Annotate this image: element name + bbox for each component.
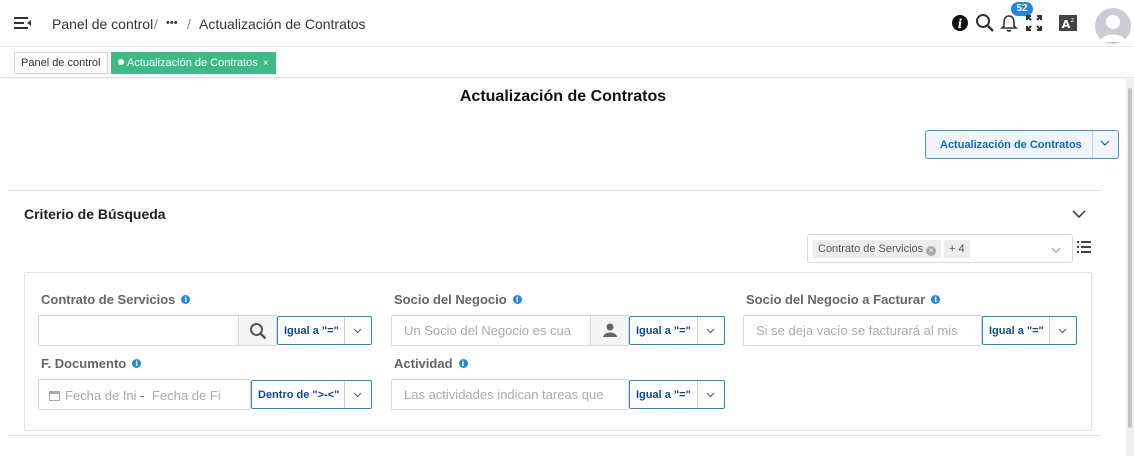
- operator-select-socio[interactable]: Igual a "=": [629, 316, 725, 345]
- socio-field[interactable]: [391, 315, 629, 346]
- field-label-socio: Socio del Negocio i: [394, 292, 522, 307]
- menu-icon[interactable]: [14, 15, 32, 31]
- actividad-input[interactable]: [392, 380, 628, 409]
- breadcrumb-separator: /: [187, 16, 191, 32]
- search-criteria-title: Criterio de Búsqueda: [24, 206, 166, 222]
- filter-chip: Contrato de Servicios ×: [813, 240, 942, 258]
- breadcrumb-current: Actualización de Contratos: [199, 16, 366, 32]
- chip-close-icon[interactable]: ×: [926, 246, 937, 256]
- date-separator: -: [140, 388, 145, 403]
- avatar[interactable]: [1095, 8, 1131, 44]
- operator-select-contrato[interactable]: Igual a "=": [277, 316, 372, 345]
- tab-label: Panel de control: [21, 57, 101, 69]
- search-icon: [250, 323, 267, 340]
- operator-value: Igual a "=": [636, 325, 691, 337]
- info-icon: i: [458, 359, 468, 368]
- select-divider: [344, 317, 345, 344]
- breadcrumb-home[interactable]: Panel de control: [52, 16, 153, 32]
- button-divider: [1092, 131, 1093, 158]
- fullscreen-icon[interactable]: [1024, 13, 1044, 33]
- translate-icon[interactable]: A z: [1058, 13, 1078, 33]
- tab-label: Actualización de Contratos: [127, 57, 258, 69]
- breadcrumb-separator: /: [154, 16, 158, 32]
- socio-facturar-field[interactable]: [743, 315, 982, 346]
- operator-value: Igual a "=": [636, 389, 691, 401]
- actividad-field[interactable]: [391, 379, 629, 410]
- page-title: Actualización de Contratos: [459, 88, 667, 105]
- search-button[interactable]: [238, 316, 276, 345]
- select-divider: [1049, 317, 1050, 344]
- operator-value: Dentro de ">-<": [258, 389, 340, 401]
- socio-input[interactable]: [392, 316, 590, 345]
- field-label-contrato: Contrato de Servicios i: [41, 292, 191, 307]
- date-range-field[interactable]: Fecha de Ini - Fecha de Fi: [38, 379, 251, 410]
- info-icon: i: [132, 359, 142, 368]
- info-icon: i: [931, 295, 941, 304]
- contrato-field[interactable]: [38, 315, 277, 346]
- top-bar: Panel de control / ••• / Actualización d…: [0, 0, 1134, 47]
- process-action-button[interactable]: Actualización de Contratos: [925, 130, 1119, 159]
- tab-close-icon[interactable]: ×: [263, 58, 269, 69]
- filter-more-chip: + 4: [944, 240, 970, 258]
- select-divider: [697, 317, 698, 344]
- divider: [8, 190, 1101, 191]
- list-icon[interactable]: [1077, 240, 1091, 254]
- socio-lookup-button[interactable]: [590, 316, 628, 345]
- tab-actualizacion-contratos[interactable]: Actualización de Contratos ×: [111, 52, 276, 74]
- date-from-input[interactable]: Fecha de Ini: [65, 388, 137, 403]
- divider: [8, 435, 1101, 436]
- user-avatar-icon: [1100, 15, 1126, 42]
- chevron-down-icon: [706, 392, 715, 398]
- user-icon: [603, 323, 617, 337]
- svg-text:i: i: [958, 17, 963, 31]
- chevron-down-icon: [706, 328, 715, 334]
- chevron-down-icon: [353, 328, 362, 334]
- calendar-icon: [49, 391, 60, 401]
- tab-panel-de-control[interactable]: Panel de control: [14, 52, 108, 74]
- process-action-label: Actualización de Contratos: [940, 139, 1082, 151]
- filter-chip-label: Contrato de Servicios: [818, 243, 924, 255]
- svg-text:z: z: [1071, 17, 1074, 24]
- field-label-fecha: F. Documento i: [41, 356, 142, 371]
- breadcrumb-more[interactable]: •••: [166, 17, 178, 29]
- select-divider: [344, 381, 345, 408]
- info-icon[interactable]: i: [950, 13, 970, 33]
- active-dot-icon: [118, 59, 124, 65]
- chevron-down-icon: [1058, 328, 1067, 334]
- svg-text:A: A: [1062, 18, 1071, 31]
- operator-value: Igual a "=": [989, 325, 1044, 337]
- bell-icon[interactable]: [999, 13, 1019, 33]
- tab-bar: Panel de control Actualización de Contra…: [0, 47, 1134, 78]
- operator-value: Igual a "=": [284, 325, 339, 337]
- field-label-actividad: Actividad i: [394, 356, 468, 371]
- info-icon: i: [181, 295, 191, 304]
- field-label-socio-facturar: Socio del Negocio a Facturar i: [746, 292, 941, 307]
- socio-facturar-input[interactable]: [744, 316, 981, 345]
- operator-select-socio-facturar[interactable]: Igual a "=": [982, 316, 1077, 345]
- info-icon: i: [512, 295, 522, 304]
- field-filter-select[interactable]: Contrato de Servicios × + 4: [807, 234, 1073, 263]
- chevron-down-icon[interactable]: [1071, 207, 1087, 221]
- select-divider: [697, 381, 698, 408]
- search-icon[interactable]: [975, 13, 995, 33]
- chevron-down-icon[interactable]: [1099, 137, 1111, 149]
- chevron-down-icon: [353, 392, 362, 398]
- operator-select-actividad[interactable]: Igual a "=": [629, 380, 725, 409]
- operator-select-fecha[interactable]: Dentro de ">-<": [251, 380, 372, 409]
- chevron-down-icon: [1051, 247, 1061, 253]
- date-to-input[interactable]: Fecha de Fi: [152, 388, 224, 403]
- scrollbar-thumb[interactable]: [1128, 88, 1132, 428]
